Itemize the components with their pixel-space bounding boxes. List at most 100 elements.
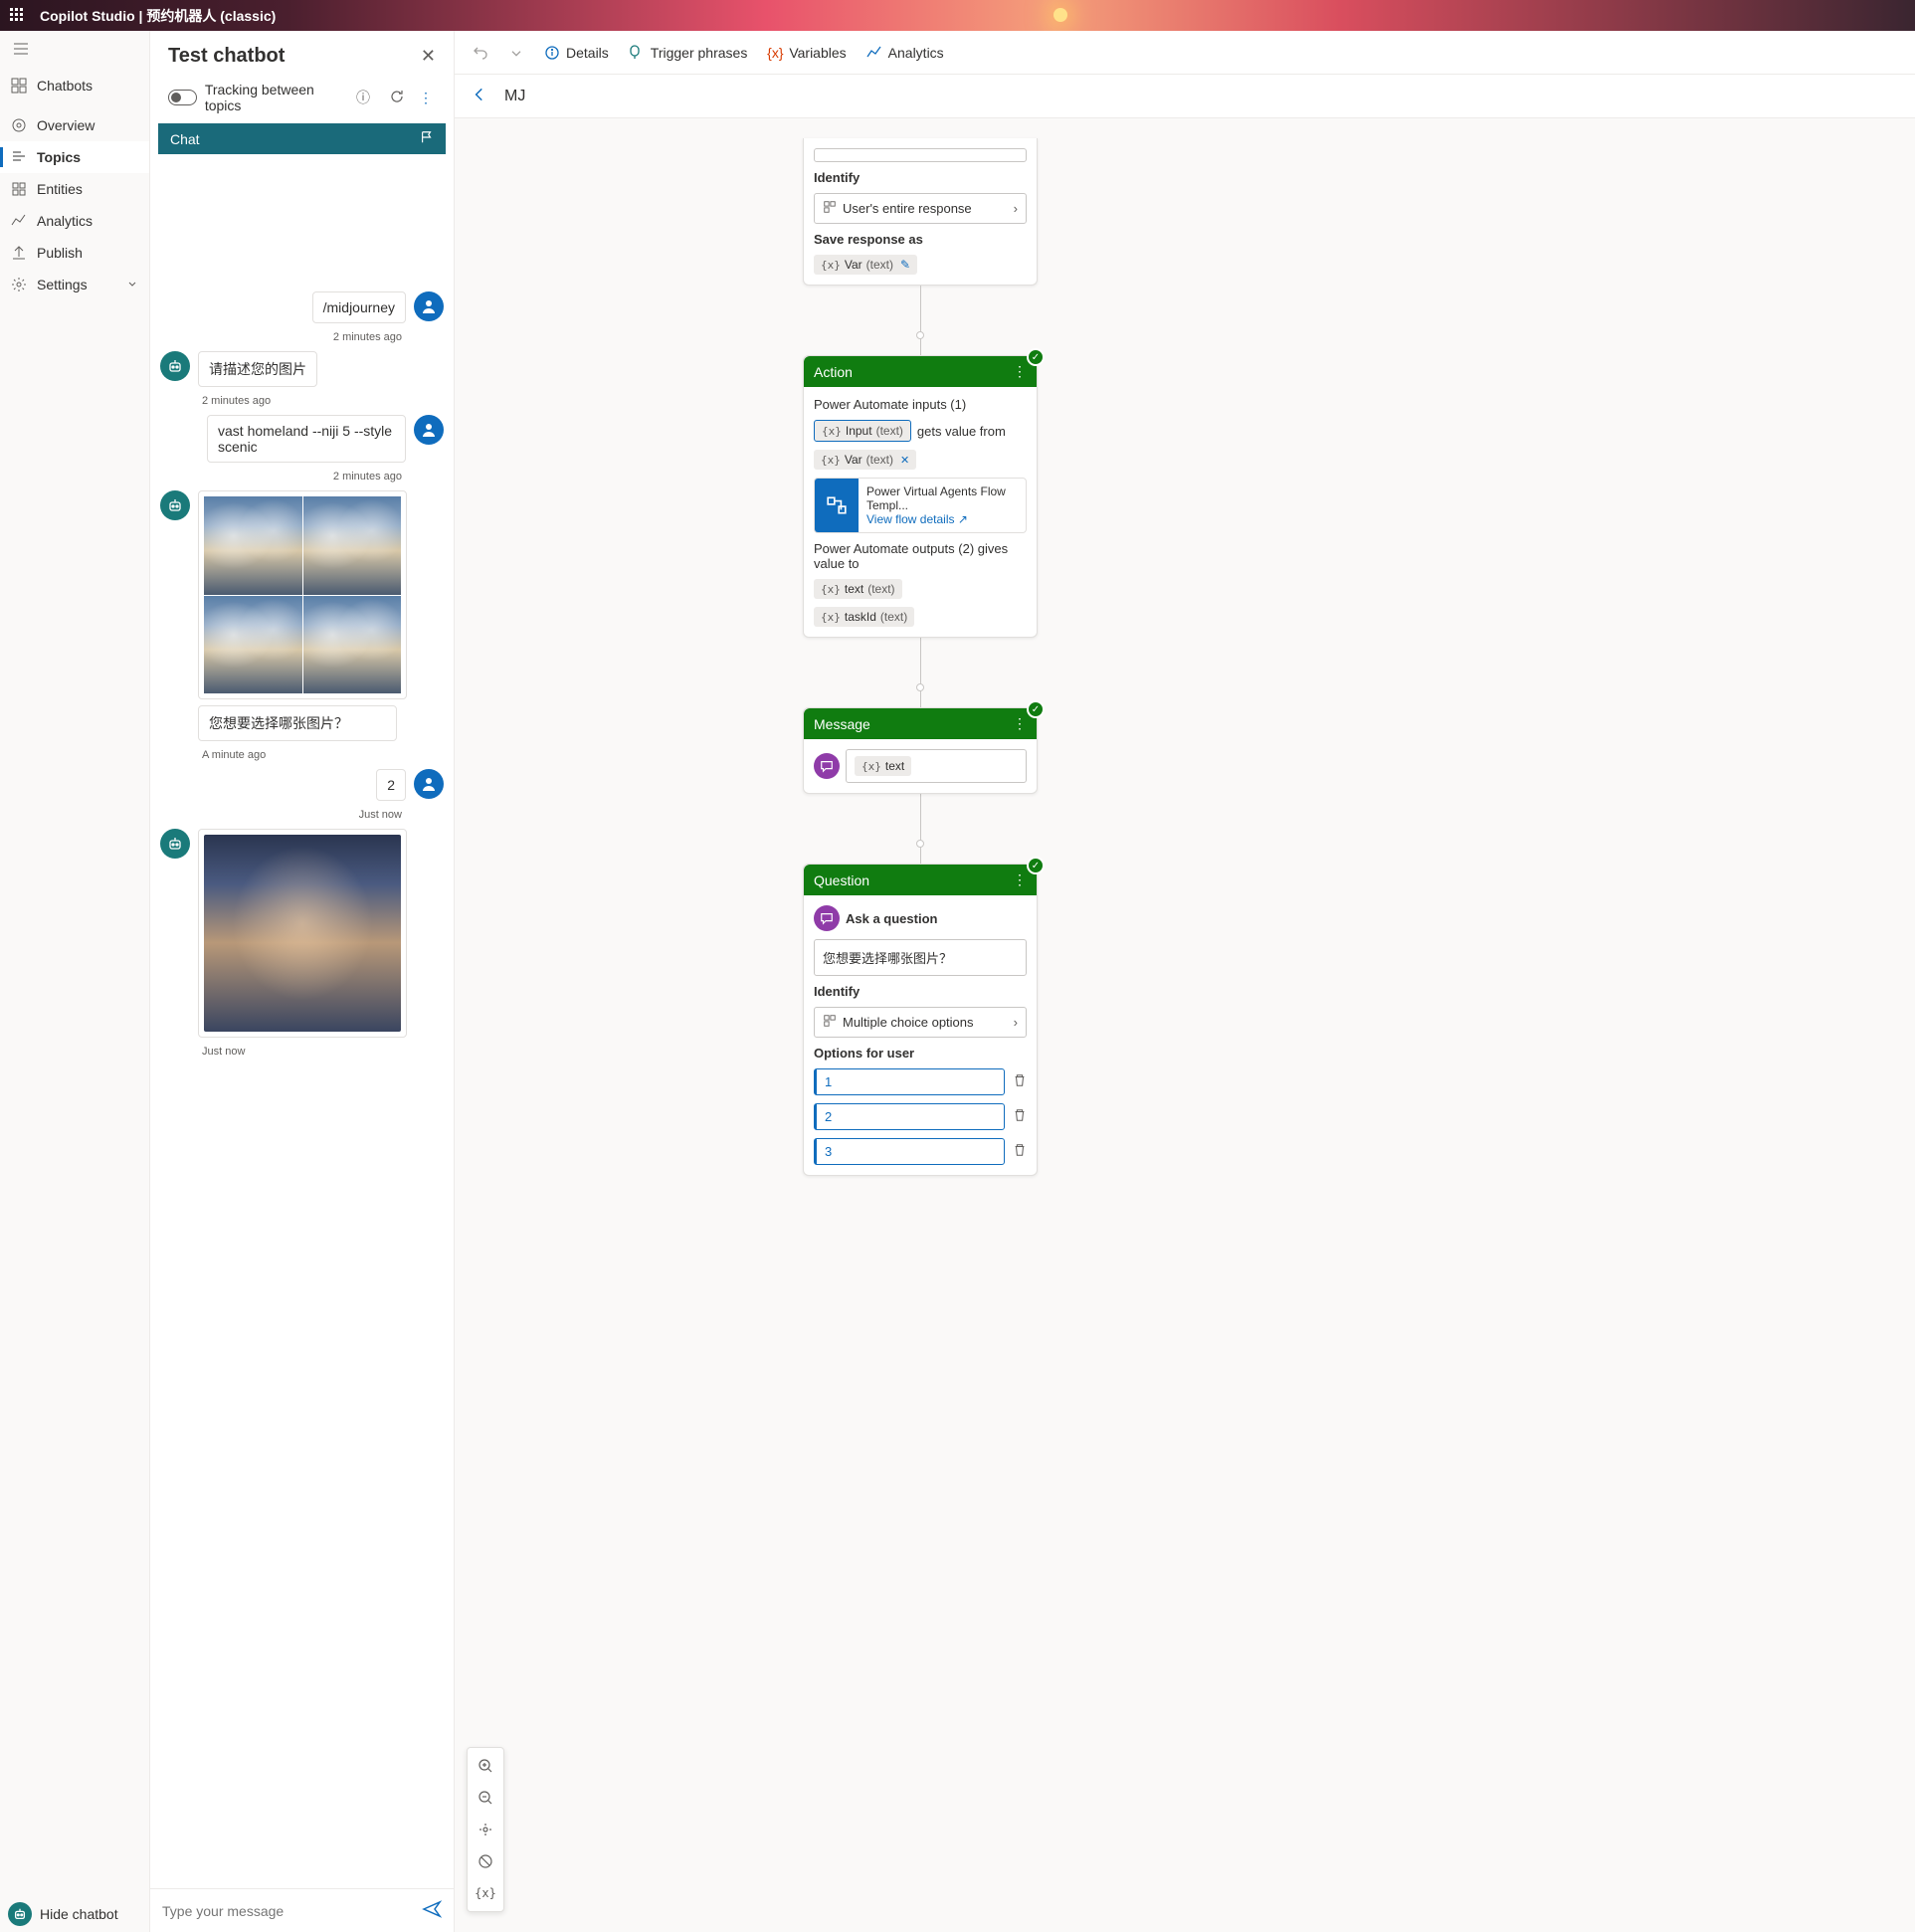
zoom-out-button[interactable]	[472, 1784, 499, 1812]
trash-icon[interactable]	[1013, 1073, 1027, 1090]
test-chatbot-panel: Test chatbot ✕ Tracking between topics ⓘ…	[150, 31, 455, 1932]
option-input[interactable]: 3	[814, 1138, 1005, 1165]
more-icon[interactable]: ⋮	[1013, 715, 1027, 732]
flow-icon	[815, 479, 859, 532]
zoom-controls: {x}	[467, 1747, 504, 1912]
entity-icon	[823, 1014, 837, 1031]
chat-input[interactable]	[162, 1903, 414, 1919]
undo-button[interactable]	[465, 39, 496, 67]
undo-icon	[473, 45, 488, 61]
message-timestamp: Just now	[202, 1046, 444, 1058]
reload-icon[interactable]	[386, 86, 408, 110]
nav-label: Entities	[37, 181, 83, 197]
edit-icon[interactable]: ✎	[900, 258, 910, 272]
gear-icon	[11, 277, 27, 292]
image-message[interactable]	[198, 490, 407, 699]
toolbar-label: Analytics	[888, 45, 944, 61]
trash-icon[interactable]	[1013, 1108, 1027, 1125]
bot-icon	[8, 1902, 32, 1926]
more-icon[interactable]: ⋮	[1013, 871, 1027, 888]
user-avatar-icon	[414, 769, 444, 799]
option-input[interactable]: 2	[814, 1103, 1005, 1130]
nav-label: Settings	[37, 277, 88, 292]
nav-chatbots[interactable]: Chatbots	[0, 70, 149, 101]
action-node[interactable]: ✓ Action⋮ Power Automate inputs (1) {x}I…	[803, 355, 1038, 638]
question-node[interactable]: ✓ Question⋮ Ask a question 您想要选择哪张图片？ Id…	[803, 864, 1038, 1176]
zoom-in-button[interactable]	[472, 1752, 499, 1780]
question-node-partial[interactable]: Identify User's entire response › Save r…	[803, 138, 1038, 286]
chat-tab[interactable]: Chat	[158, 123, 446, 154]
analytics-button[interactable]: Analytics	[859, 39, 952, 67]
target-icon	[11, 117, 27, 133]
image-message[interactable]	[198, 829, 407, 1038]
message-text-field[interactable]: {x}text	[846, 749, 1027, 783]
message-text: vast homeland --niji 5 --style scenic	[207, 415, 406, 463]
variable-chip[interactable]: {x}Var (text)✕	[814, 450, 916, 470]
chat-tab-label: Chat	[170, 131, 420, 147]
identify-field[interactable]: User's entire response ›	[814, 193, 1027, 224]
node-title: Message	[814, 716, 870, 732]
text-field[interactable]	[814, 148, 1027, 162]
more-icon[interactable]: ⋮	[1013, 363, 1027, 380]
variable-chip[interactable]: {x}Input (text)	[814, 420, 911, 442]
nav-topics[interactable]: Topics	[0, 141, 149, 173]
app-launcher-icon[interactable]	[10, 8, 26, 24]
variable-chip[interactable]: {x}taskId (text)	[814, 607, 914, 627]
field-value: User's entire response	[843, 201, 972, 216]
toolbar-label: Variables	[789, 45, 846, 61]
back-arrow-icon[interactable]	[471, 86, 488, 106]
more-icon[interactable]: ⋮	[416, 87, 436, 109]
tracking-toggle[interactable]	[168, 90, 197, 105]
message-icon	[814, 753, 840, 779]
chat-message-bot	[160, 829, 444, 1038]
remove-icon[interactable]: ✕	[900, 454, 909, 467]
trash-icon[interactable]	[1013, 1143, 1027, 1160]
nav-entities[interactable]: Entities	[0, 173, 149, 205]
test-panel-title: Test chatbot	[168, 45, 421, 68]
chat-message-bot: 您想要选择哪张图片？	[160, 490, 444, 741]
hamburger-icon[interactable]	[0, 31, 149, 70]
message-text: 请描述您的图片	[198, 351, 317, 387]
chevron-down-icon	[126, 277, 138, 292]
close-icon[interactable]: ✕	[421, 46, 436, 67]
flag-icon[interactable]	[420, 130, 434, 147]
tracking-label: Tracking between topics	[205, 82, 348, 113]
message-node[interactable]: ✓ Message⋮ {x}text	[803, 707, 1038, 794]
identify-field[interactable]: Multiple choice options ›	[814, 1007, 1027, 1038]
field-label: Identify	[814, 984, 1027, 999]
app-title: Copilot Studio | 预约机器人 (classic)	[40, 6, 276, 26]
send-icon[interactable]	[422, 1899, 442, 1922]
hide-chatbot-button[interactable]: Hide chatbot	[8, 1902, 118, 1926]
details-button[interactable]: Details	[536, 39, 617, 67]
variables-button[interactable]: {x} Variables	[759, 39, 854, 67]
chevron-right-icon: ›	[1014, 201, 1018, 216]
option-input[interactable]: 1	[814, 1068, 1005, 1095]
variable-chip[interactable]: {x}text (text)	[814, 579, 902, 599]
top-bar: Copilot Studio | 预约机器人 (classic)	[0, 0, 1915, 31]
variables-icon: {x}	[767, 45, 783, 61]
nav-overview[interactable]: Overview	[0, 109, 149, 141]
trigger-icon	[629, 45, 645, 61]
fit-button[interactable]	[472, 1816, 499, 1843]
undo-dropdown[interactable]	[500, 39, 532, 67]
nav-publish[interactable]: Publish	[0, 237, 149, 269]
info-icon[interactable]: ⓘ	[356, 88, 370, 107]
check-badge-icon: ✓	[1027, 348, 1045, 366]
trigger-button[interactable]: Trigger phrases	[621, 39, 756, 67]
flow-link[interactable]: View flow details ↗	[866, 512, 968, 526]
variables-button[interactable]: {x}	[472, 1879, 499, 1907]
bot-avatar-icon	[160, 829, 190, 859]
variable-chip[interactable]: {x}Var (text)✎	[814, 255, 917, 275]
canvas-body[interactable]: Identify User's entire response › Save r…	[455, 118, 1915, 1932]
ask-label: Ask a question	[846, 911, 937, 926]
nav-analytics[interactable]: Analytics	[0, 205, 149, 237]
nav-settings[interactable]: Settings	[0, 269, 149, 300]
chat-message-user: vast homeland --niji 5 --style scenic	[160, 415, 444, 463]
minimap-button[interactable]	[472, 1847, 499, 1875]
message-timestamp: 2 minutes ago	[160, 331, 402, 343]
flow-card[interactable]: Power Virtual Agents Flow Templ... View …	[814, 478, 1027, 533]
node-title: Action	[814, 364, 853, 380]
variable-chip[interactable]: {x}text	[855, 756, 911, 776]
question-text-field[interactable]: 您想要选择哪张图片？	[814, 939, 1027, 976]
chat-message-user: 2	[160, 769, 444, 801]
